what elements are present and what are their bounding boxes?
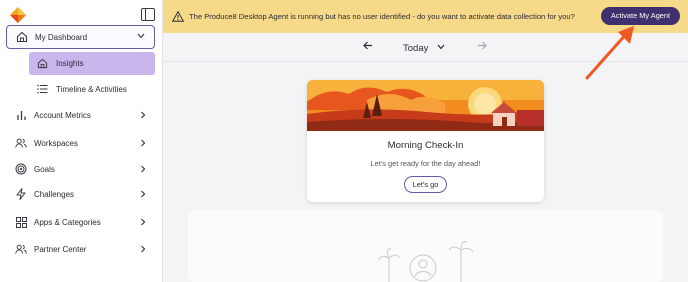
- chevron-right-icon: [141, 245, 146, 253]
- sidebar-item-challenges[interactable]: Challenges: [6, 183, 155, 205]
- sidebar-toggle-icon[interactable]: [141, 8, 155, 21]
- sidebar-item-apps-categories[interactable]: Apps & Categories: [6, 211, 155, 233]
- sidebar-item-label: Goals: [34, 164, 55, 174]
- sidebar-item-label: Challenges: [34, 189, 75, 199]
- chevron-right-icon: [141, 139, 146, 147]
- produce8-logo-icon[interactable]: [10, 7, 26, 23]
- lets-go-button[interactable]: Let's go: [404, 176, 447, 193]
- grid-icon: [15, 216, 27, 228]
- banner-message: The Produce8 Desktop Agent is running bu…: [189, 12, 575, 21]
- users-icon: [15, 137, 27, 149]
- bar-chart-icon: [15, 109, 27, 121]
- chevron-right-icon: [141, 218, 146, 226]
- sidebar-item-label: Account Metrics: [34, 110, 91, 120]
- arrow-left-icon[interactable]: [363, 41, 373, 50]
- date-label[interactable]: Today: [403, 43, 428, 54]
- chevron-down-icon: [137, 33, 145, 39]
- target-icon: [15, 163, 27, 175]
- app-root: My Dashboard Insights Timeline & Activit…: [0, 0, 688, 282]
- sidebar-item-partner-center[interactable]: Partner Center: [6, 238, 155, 260]
- card-title: Morning Check-In: [387, 140, 464, 151]
- home-icon: [37, 58, 48, 69]
- empty-state-illustration: [378, 241, 474, 282]
- sidebar-item-label: Apps & Categories: [34, 217, 101, 227]
- chevron-right-icon: [141, 190, 146, 198]
- warning-icon: [172, 11, 184, 22]
- chevron-right-icon: [141, 165, 146, 173]
- chevron-right-icon: [141, 111, 146, 119]
- chevron-down-icon[interactable]: [437, 44, 445, 50]
- nav-my-dashboard[interactable]: My Dashboard: [6, 25, 155, 49]
- sidebar-item-workspaces[interactable]: Workspaces: [6, 132, 155, 154]
- sidebar: My Dashboard Insights Timeline & Activit…: [0, 0, 163, 282]
- activate-agent-button[interactable]: Activate My Agent: [601, 7, 680, 25]
- home-icon: [16, 31, 28, 43]
- sidebar-item-label: Workspaces: [34, 138, 78, 148]
- sidebar-item-account-metrics[interactable]: Account Metrics: [6, 104, 155, 126]
- lightning-icon: [15, 188, 27, 200]
- annotation-arrow: [585, 26, 634, 80]
- sidebar-item-goals[interactable]: Goals: [6, 158, 155, 180]
- users-icon: [15, 243, 27, 255]
- card-subtitle: Let's get ready for the day ahead!: [370, 159, 481, 168]
- morning-checkin-card: Morning Check-In Let's get ready for the…: [307, 80, 544, 202]
- sunrise-illustration: [307, 80, 544, 131]
- nav-my-dashboard-label: My Dashboard: [35, 32, 88, 42]
- arrow-right-icon[interactable]: [477, 41, 487, 50]
- sidebar-item-label: Partner Center: [34, 244, 87, 254]
- sidebar-item-insights[interactable]: Insights: [29, 52, 155, 75]
- sidebar-item-timeline[interactable]: Timeline & Activities: [29, 78, 155, 100]
- sidebar-item-label: Insights: [56, 59, 84, 68]
- sidebar-item-label: Timeline & Activities: [56, 84, 127, 94]
- list-icon: [37, 84, 48, 94]
